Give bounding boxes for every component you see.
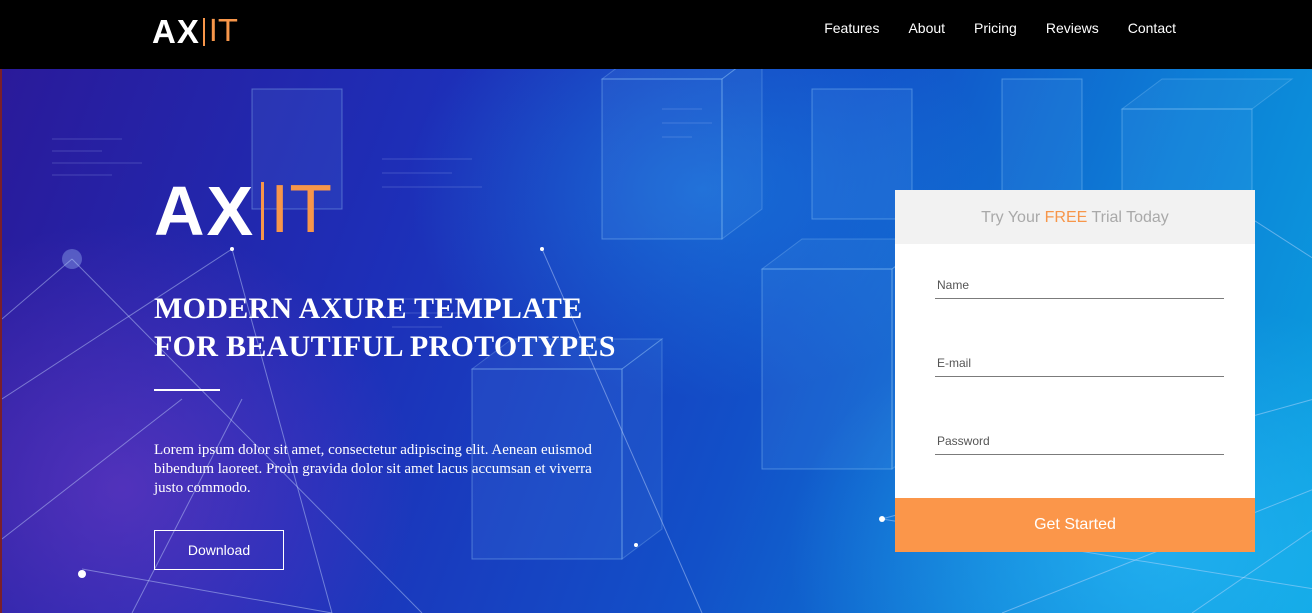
hero-headline-line-1: MODERN AXURE TEMPLATE [154, 292, 583, 325]
nav-link-pricing[interactable]: Pricing [974, 18, 1017, 38]
hero-logo: AX IT [154, 172, 333, 250]
hero-headline-line-2: FOR BEAUTIFUL PROTOTYPES [154, 330, 616, 363]
header-logo[interactable]: AX IT [152, 14, 238, 50]
main-nav: Features About Pricing Reviews Contact [824, 18, 1176, 38]
hero-logo-text-main: AX [154, 172, 256, 250]
nav-link-about[interactable]: About [908, 18, 945, 38]
name-field-wrapper [935, 273, 1224, 299]
hero-headline: MODERN AXURE TEMPLATE FOR BEAUTIFUL PROT… [154, 290, 714, 366]
trial-title-before: Try Your [981, 209, 1045, 226]
password-input[interactable] [935, 429, 1224, 453]
download-button[interactable]: Download [154, 530, 284, 570]
hero-description: Lorem ipsum dolor sit amet, consectetur … [154, 442, 592, 496]
nav-link-reviews[interactable]: Reviews [1046, 18, 1099, 38]
trial-title-after: Trial Today [1087, 209, 1169, 226]
logo-text-main: AX [152, 13, 200, 50]
trial-title-free: FREE [1044, 209, 1088, 226]
get-started-button[interactable]: Get Started [895, 498, 1255, 552]
nav-link-features[interactable]: Features [824, 18, 879, 38]
password-field-wrapper [935, 429, 1224, 455]
hero-divider [154, 389, 220, 391]
logo-separator [202, 18, 205, 46]
trial-form-header: Try Your FREE Trial Today [895, 190, 1255, 244]
nav-link-contact[interactable]: Contact [1128, 18, 1176, 38]
trial-signup-form: Try Your FREE Trial Today Get Started [895, 190, 1255, 552]
email-input[interactable] [935, 351, 1224, 375]
name-input[interactable] [935, 273, 1224, 297]
hero-section: AX IT MODERN AXURE TEMPLATE FOR BEAUTIFU… [0, 69, 1312, 613]
hero-logo-text-accent: IT [270, 174, 333, 248]
hero-logo-separator [261, 182, 265, 240]
email-field-wrapper [935, 351, 1224, 377]
top-navbar: AX IT Features About Pricing Reviews Con… [0, 0, 1312, 69]
logo-text-accent: IT [208, 14, 239, 49]
